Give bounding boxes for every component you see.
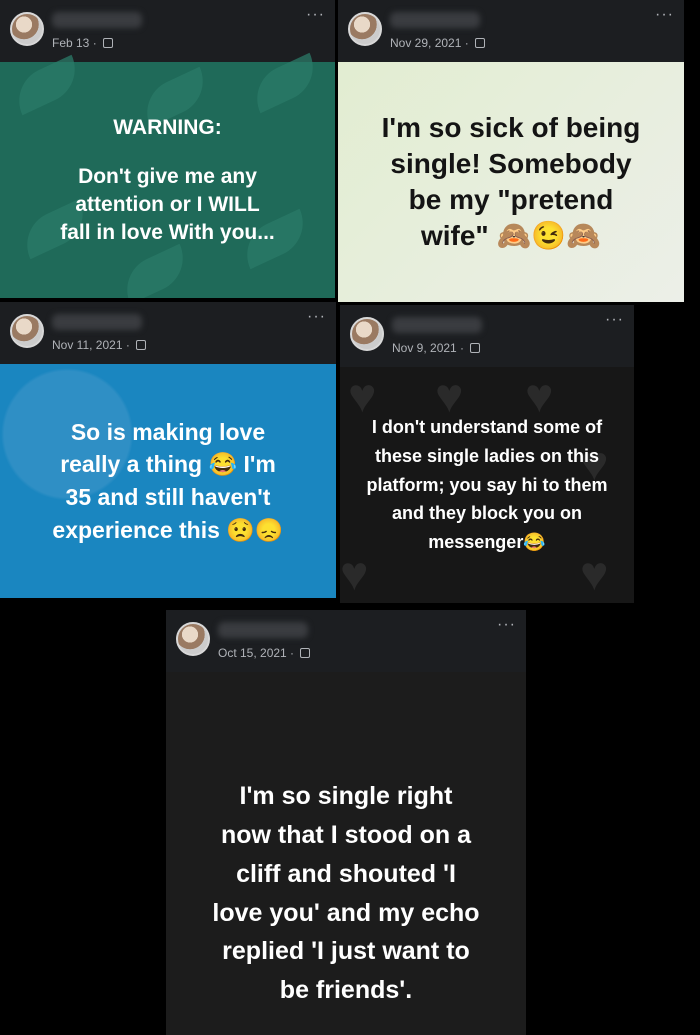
avatar[interactable] xyxy=(350,317,384,351)
post-text-line: and they block you on xyxy=(391,503,583,524)
post-text-card: I'm so sick of being single! Somebody be… xyxy=(338,62,684,302)
audience-icon xyxy=(136,340,147,350)
post-text-line: I don't understand some of xyxy=(371,417,603,437)
post-text-line: really a thing 😂 I'm xyxy=(60,451,276,478)
post-date[interactable]: Nov 9, 2021 · xyxy=(392,341,481,355)
post-header: Feb 13 · ··· xyxy=(0,0,335,62)
avatar[interactable] xyxy=(348,12,382,46)
author-name-redacted xyxy=(392,317,482,333)
more-options-icon[interactable]: ··· xyxy=(307,308,326,326)
post-text-line: So is making love xyxy=(70,418,266,445)
post-text-line: now that I stood on a xyxy=(221,821,471,849)
post-text-line: experience this 😟😞 xyxy=(52,516,284,543)
post-text-line: love you' and my echo xyxy=(212,898,480,927)
post-text-line: fall in love With you... xyxy=(60,220,275,244)
post-date[interactable]: Feb 13 · xyxy=(52,36,114,50)
post-header: Oct 15, 2021 · ··· xyxy=(166,610,526,672)
avatar[interactable] xyxy=(176,622,210,656)
post-text-line: be my "pretend xyxy=(408,184,614,215)
post-text-line: WARNING: xyxy=(113,115,222,139)
post-header: Nov 11, 2021 · ··· xyxy=(0,302,336,364)
post-card: Oct 15, 2021 · ··· I'm so single right n… xyxy=(166,610,526,1035)
audience-icon xyxy=(475,38,486,48)
post-header: Nov 29, 2021 · ··· xyxy=(338,0,684,62)
post-text-card: I'm so single right now that I stood on … xyxy=(166,672,526,1035)
post-card: Feb 13 · ··· WARNING: Don't give me any … xyxy=(0,0,335,298)
post-text-card: ♥ ♥ ♥ ♥ ♥ ♥ I don't understand some of t… xyxy=(340,367,634,603)
post-text-line: single! Somebody xyxy=(390,148,632,180)
post-date[interactable]: Oct 15, 2021 · xyxy=(218,646,311,660)
post-text-line: wife" 🙈😉🙈 xyxy=(420,219,602,251)
post-text-line: 35 and still haven't xyxy=(65,484,271,510)
post-header: Nov 9, 2021 · ··· xyxy=(340,305,634,367)
author-name-redacted xyxy=(52,314,142,330)
post-text-card: WARNING: Don't give me any attention or … xyxy=(0,52,335,298)
more-options-icon[interactable]: ··· xyxy=(655,6,674,24)
audience-icon xyxy=(103,38,114,48)
post-text-line: these single ladies on this xyxy=(374,445,600,466)
more-options-icon[interactable]: ··· xyxy=(605,311,624,329)
post-card: Nov 11, 2021 · ··· So is making love rea… xyxy=(0,302,336,598)
post-date[interactable]: Nov 29, 2021 · xyxy=(390,36,486,50)
more-options-icon[interactable]: ··· xyxy=(306,6,325,24)
author-name-redacted xyxy=(52,12,142,28)
post-text-line: I'm so single right xyxy=(239,782,453,811)
post-text-line: messenger😂 xyxy=(428,532,546,553)
avatar[interactable] xyxy=(10,314,44,348)
post-text-line: cliff and shouted 'I xyxy=(236,859,456,888)
post-text-line: replied 'I just want to xyxy=(222,937,470,966)
more-options-icon[interactable]: ··· xyxy=(497,616,516,634)
post-text-line: be friends'. xyxy=(279,976,413,1004)
audience-icon xyxy=(300,648,311,658)
post-card: Nov 9, 2021 · ··· ♥ ♥ ♥ ♥ ♥ ♥ I don't un… xyxy=(340,305,634,603)
post-text-card: So is making love really a thing 😂 I'm 3… xyxy=(0,364,336,598)
author-name-redacted xyxy=(218,622,308,638)
avatar[interactable] xyxy=(10,12,44,46)
post-date[interactable]: Nov 11, 2021 · xyxy=(52,338,147,352)
heart-pattern-icon: ♥ xyxy=(340,548,369,601)
post-text-line: Don't give me any xyxy=(78,165,257,189)
post-text-line: attention or I WILL xyxy=(75,193,260,216)
post-card: Nov 29, 2021 · ··· I'm so sick of being … xyxy=(338,0,684,302)
author-name-redacted xyxy=(390,12,480,28)
post-text-line: platform; you say hi to them xyxy=(366,474,608,495)
post-text-line: I'm so sick of being xyxy=(381,112,641,144)
audience-icon xyxy=(470,343,481,353)
